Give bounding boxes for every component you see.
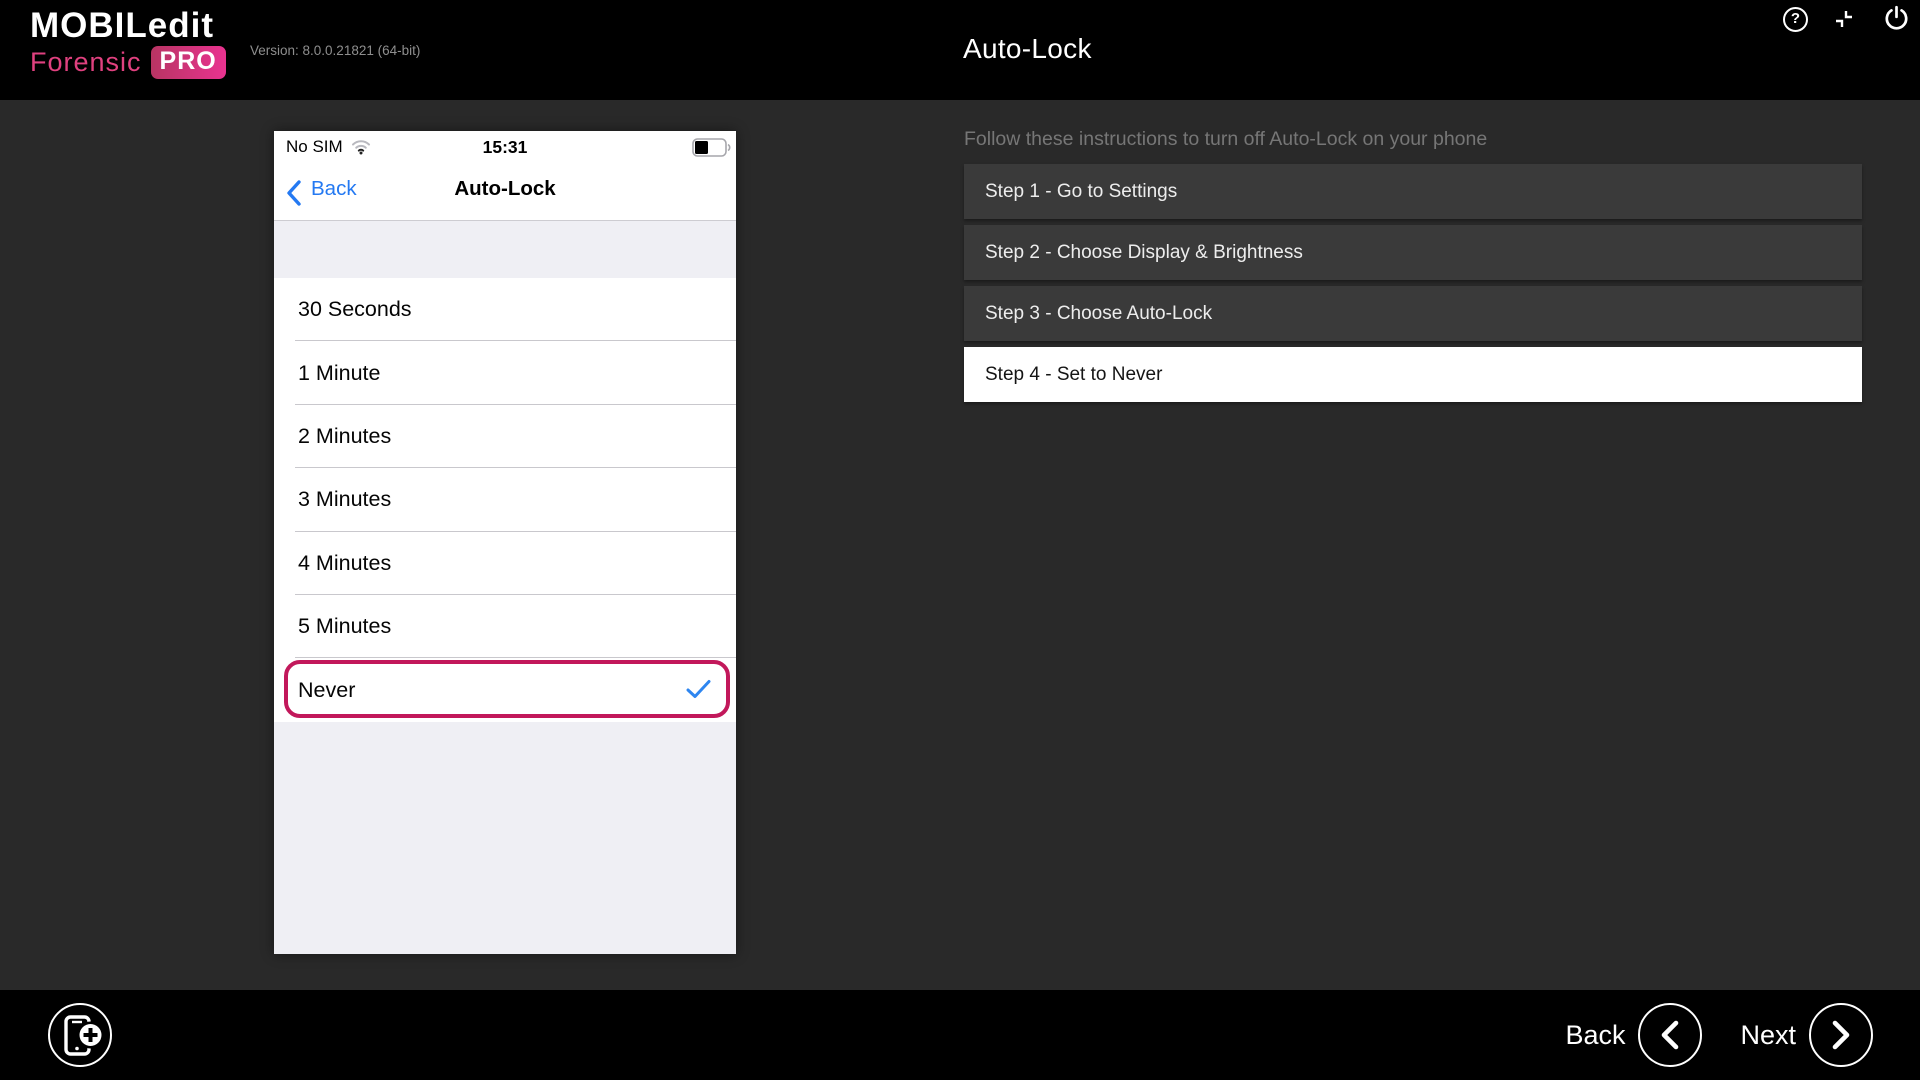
- option-30-seconds: 30 Seconds: [274, 278, 736, 341]
- step-item[interactable]: Step 3 - Choose Auto-Lock: [964, 286, 1862, 341]
- step-item[interactable]: Step 2 - Choose Display & Brightness: [964, 225, 1862, 280]
- option-1-minute: 1 Minute: [274, 341, 736, 404]
- power-icon[interactable]: [1883, 5, 1910, 32]
- chevron-left-icon: [1657, 1018, 1683, 1052]
- page-title: Auto-Lock: [963, 33, 1092, 65]
- app-window: MOBILedit Forensic PRO Version: 8.0.0.21…: [0, 0, 1920, 1080]
- option-3-minutes: 3 Minutes: [274, 468, 736, 531]
- option-4-minutes: 4 Minutes: [274, 532, 736, 595]
- wizard-navigation: Back Next: [1565, 990, 1873, 1080]
- next-nav-label: Next: [1740, 1020, 1796, 1051]
- phone-status-bar: No SIM 15:31: [274, 131, 736, 163]
- selected-option-highlight: [284, 660, 730, 718]
- chevron-right-icon: [1828, 1018, 1854, 1052]
- instructions-intro: Follow these instructions to turn off Au…: [964, 128, 1487, 151]
- autolock-options-list: 30 Seconds 1 Minute 2 Minutes 3 Minutes …: [274, 278, 736, 722]
- phone-screen-title: Auto-Lock: [274, 177, 736, 201]
- phone-nav-bar: Back Auto-Lock: [274, 163, 736, 220]
- phone-footer-area: [274, 722, 736, 954]
- add-phone-icon: [47, 1002, 113, 1068]
- top-bar: MOBILedit Forensic PRO Version: 8.0.0.21…: [0, 0, 1920, 100]
- version-label: Version: 8.0.0.21821 (64-bit): [250, 43, 420, 58]
- option-never: Never: [274, 658, 736, 721]
- phone-screenshot: No SIM 15:31: [274, 131, 736, 954]
- bottom-bar: Back Next: [0, 990, 1920, 1080]
- app-logo: MOBILedit Forensic PRO: [30, 7, 226, 79]
- logo-pro-badge: PRO: [151, 46, 226, 79]
- clock-label: 15:31: [274, 137, 736, 158]
- back-button[interactable]: [1638, 1003, 1702, 1067]
- logo-text-forensic: Forensic: [30, 47, 142, 78]
- next-button[interactable]: [1809, 1003, 1873, 1067]
- checkmark-icon: [686, 679, 711, 699]
- help-icon[interactable]: ?: [1783, 7, 1808, 32]
- option-2-minutes: 2 Minutes: [274, 405, 736, 468]
- battery-fill: [695, 141, 708, 154]
- logo-text-mobiledit: MOBILedit: [30, 7, 226, 45]
- steps-list: Step 1 - Go to Settings Step 2 - Choose …: [964, 164, 1862, 408]
- back-nav-label: Back: [1565, 1020, 1625, 1051]
- section-spacer: [274, 221, 736, 278]
- step-item[interactable]: Step 4 - Set to Never: [964, 347, 1862, 402]
- battery-icon: [692, 138, 732, 162]
- option-5-minutes: 5 Minutes: [274, 595, 736, 658]
- step-item[interactable]: Step 1 - Go to Settings: [964, 164, 1862, 219]
- add-device-button[interactable]: [47, 1002, 113, 1068]
- resize-icon[interactable]: [1832, 7, 1856, 31]
